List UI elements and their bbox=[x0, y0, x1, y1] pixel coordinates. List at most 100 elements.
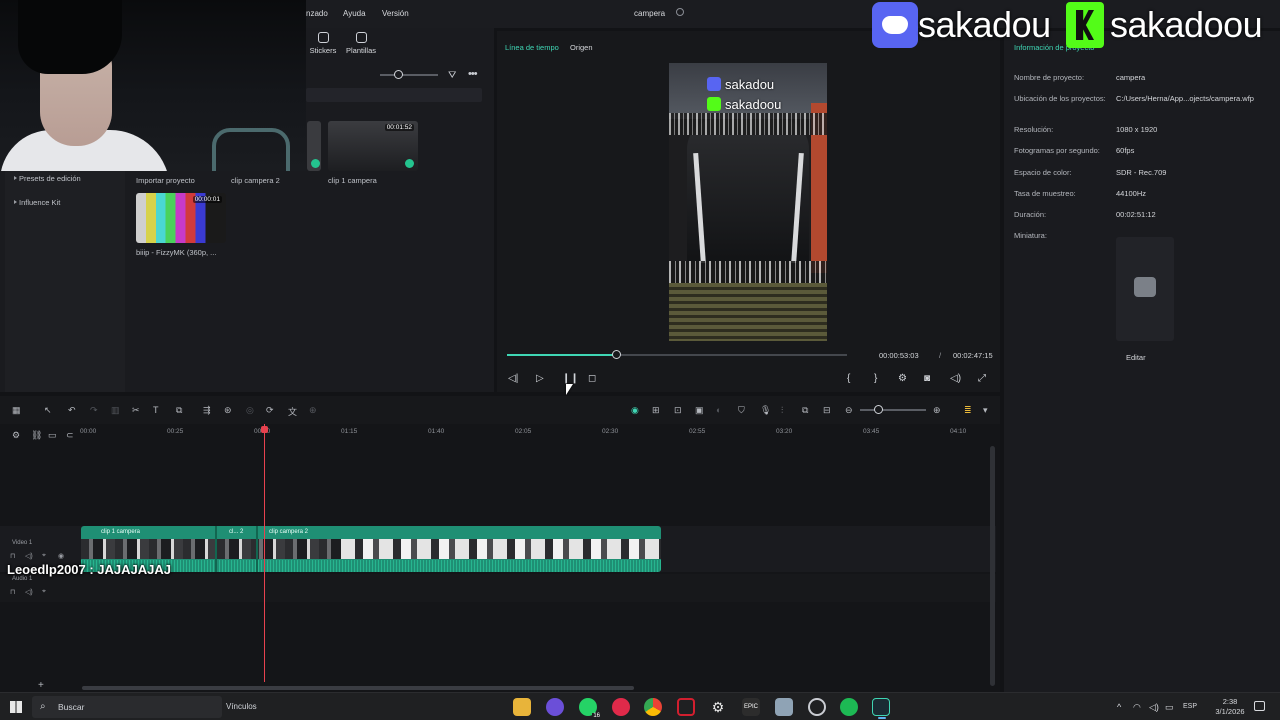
clock[interactable]: 2:38 3/1/2026 bbox=[1208, 697, 1252, 717]
playhead-handle[interactable] bbox=[261, 426, 268, 433]
timeline-horizontal-scrollbar[interactable] bbox=[82, 686, 634, 690]
expand-caret-icon[interactable] bbox=[14, 176, 17, 180]
expand-caret-icon[interactable] bbox=[14, 200, 17, 204]
delete-icon[interactable]: ▥ bbox=[111, 405, 120, 416]
filmora-icon[interactable] bbox=[872, 698, 890, 719]
zoom-in-icon[interactable]: ⊕ bbox=[933, 405, 941, 416]
fit-icon[interactable]: ⊟ bbox=[823, 405, 831, 416]
taskbar-search[interactable]: ⌕ Buscar bbox=[32, 696, 222, 718]
shield-icon[interactable]: ⛉ bbox=[738, 405, 745, 416]
track-settings-icon[interactable]: ⚙ bbox=[12, 430, 20, 441]
eye-icon[interactable]: ◉ bbox=[58, 552, 64, 560]
thumbnail-size-knob[interactable] bbox=[394, 70, 403, 79]
text-icon[interactable]: T bbox=[153, 405, 159, 415]
snapshot-icon[interactable]: ◙ bbox=[924, 373, 930, 384]
volume-icon[interactable]: ◁) bbox=[950, 373, 961, 384]
wifi-icon[interactable]: ◠ bbox=[1133, 702, 1141, 713]
magic-icon[interactable]: ⌖ bbox=[42, 588, 46, 596]
redo-icon[interactable]: ↷ bbox=[90, 405, 98, 416]
speed-icon[interactable]: ⇶ bbox=[203, 405, 211, 416]
pip-icon[interactable]: ⧉ bbox=[802, 405, 808, 416]
translate-icon[interactable]: 文 bbox=[288, 405, 297, 418]
undo-icon[interactable]: ↶ bbox=[68, 405, 76, 416]
speaker-icon[interactable]: ◁) bbox=[25, 552, 33, 560]
sidebar-item-presets[interactable]: Presets de edición bbox=[19, 174, 81, 183]
menu-advanced[interactable]: nzado bbox=[306, 9, 328, 18]
steam-icon[interactable] bbox=[808, 698, 826, 716]
settings-icon[interactable]: ⚙ bbox=[709, 698, 727, 716]
links-toolbar[interactable]: Vínculos bbox=[226, 702, 257, 711]
epic-games-icon[interactable]: EPIC bbox=[742, 698, 760, 716]
caption-icon[interactable]: ▭ bbox=[48, 430, 57, 441]
lock-icon[interactable]: ⊓ bbox=[10, 588, 15, 596]
input-language[interactable]: ESP bbox=[1183, 703, 1197, 710]
prev-frame-icon[interactable]: ◁| bbox=[508, 373, 518, 384]
browser-icon[interactable] bbox=[546, 698, 564, 716]
playback-knob[interactable] bbox=[611, 350, 621, 359]
whatsapp-icon[interactable]: 16 bbox=[579, 698, 601, 719]
tab-templates[interactable]: Plantillas bbox=[341, 32, 381, 55]
settings-icon[interactable]: ⚙ bbox=[898, 373, 907, 384]
playback-scrubber[interactable] bbox=[507, 350, 847, 359]
menu-version[interactable]: Versión bbox=[382, 9, 409, 18]
select-tool-icon[interactable]: ↖ bbox=[44, 405, 52, 416]
tab-source[interactable]: Origen bbox=[570, 43, 593, 52]
timeline-zoom-knob[interactable] bbox=[874, 405, 883, 414]
chevron-down-icon[interactable]: ▾ bbox=[983, 405, 988, 416]
chevron-up-icon[interactable]: ^ bbox=[1117, 702, 1121, 712]
windows-start-icon[interactable] bbox=[10, 701, 22, 713]
track-grid-icon[interactable]: ≣ bbox=[964, 405, 972, 416]
more-options-icon[interactable]: ••• bbox=[468, 68, 478, 80]
mixer-icon[interactable]: ⫶ bbox=[781, 405, 783, 416]
volume-icon[interactable]: ◁) bbox=[1149, 702, 1159, 713]
magnet-icon[interactable]: ⊂ bbox=[66, 430, 74, 441]
split-icon[interactable]: ✂ bbox=[132, 405, 140, 416]
project-thumbnail[interactable] bbox=[1116, 237, 1174, 341]
thumbnail-size-slider[interactable] bbox=[380, 70, 438, 79]
play-icon[interactable]: ▷ bbox=[536, 373, 544, 384]
add-track-button[interactable]: + bbox=[38, 680, 44, 691]
layout-icon[interactable]: ▦ bbox=[12, 405, 21, 416]
chrome-icon[interactable] bbox=[644, 698, 662, 716]
ai-tool-icon[interactable]: ⊛ bbox=[224, 405, 232, 416]
sidebar-item-influence-kit[interactable]: Influence Kit bbox=[19, 198, 60, 207]
stop-icon[interactable]: ◻ bbox=[588, 373, 596, 384]
app-icon[interactable] bbox=[775, 698, 793, 716]
tab-stickers[interactable]: Stickers bbox=[303, 32, 343, 55]
speaker-icon[interactable]: ◁) bbox=[25, 588, 33, 596]
battery-icon[interactable]: ▭ bbox=[1165, 702, 1174, 713]
game-launcher-icon[interactable] bbox=[677, 698, 695, 716]
image-icon[interactable]: ▣ bbox=[695, 405, 704, 416]
timeline-vertical-scrollbar[interactable] bbox=[990, 446, 995, 686]
crop-icon[interactable]: ⧉ bbox=[176, 405, 182, 416]
ai-copilot-icon[interactable]: ◉ bbox=[631, 405, 639, 416]
stabilize-icon[interactable]: ⊕ bbox=[309, 405, 317, 416]
microphone-icon[interactable]: 🎙 bbox=[760, 405, 771, 416]
render-icon[interactable]: ◐ bbox=[716, 405, 721, 415]
snap-icon[interactable]: ⊞ bbox=[652, 405, 660, 416]
marker-icon[interactable]: ⊡ bbox=[674, 405, 682, 416]
notifications-icon[interactable] bbox=[1254, 701, 1265, 711]
link-icon[interactable]: ⛓ bbox=[31, 430, 42, 441]
timeline-zoom-slider[interactable] bbox=[860, 405, 926, 414]
fullscreen-icon[interactable]: ⤢ bbox=[978, 373, 986, 384]
menu-help[interactable]: Ayuda bbox=[343, 9, 366, 18]
playhead[interactable] bbox=[261, 424, 268, 682]
lock-icon[interactable]: ⊓ bbox=[10, 552, 15, 560]
mark-in-icon[interactable]: { bbox=[847, 373, 850, 384]
media-player-icon[interactable] bbox=[612, 698, 630, 716]
video-preview[interactable]: sakadou sakadoou bbox=[669, 63, 827, 341]
pause-icon[interactable]: ❙❙ bbox=[562, 373, 579, 384]
tab-timeline[interactable]: Línea de tiempo bbox=[505, 43, 559, 52]
spotify-icon[interactable] bbox=[840, 698, 858, 716]
magic-icon[interactable]: ⌖ bbox=[42, 552, 46, 560]
filter-icon[interactable]: ⛛ bbox=[448, 70, 456, 81]
edit-thumbnail-button[interactable]: Editar bbox=[1126, 353, 1146, 362]
audio-detach-icon[interactable]: ⟳ bbox=[266, 405, 274, 416]
time-ruler[interactable]: 00:00 00:25 00:50 01:15 01:40 02:05 02:3… bbox=[80, 424, 996, 438]
zoom-out-icon[interactable]: ⊖ bbox=[845, 405, 853, 416]
color-icon[interactable]: ◎ bbox=[246, 405, 254, 416]
mark-out-icon[interactable]: } bbox=[874, 373, 877, 384]
media-search-bar[interactable] bbox=[306, 88, 482, 102]
file-explorer-icon[interactable] bbox=[513, 698, 531, 716]
